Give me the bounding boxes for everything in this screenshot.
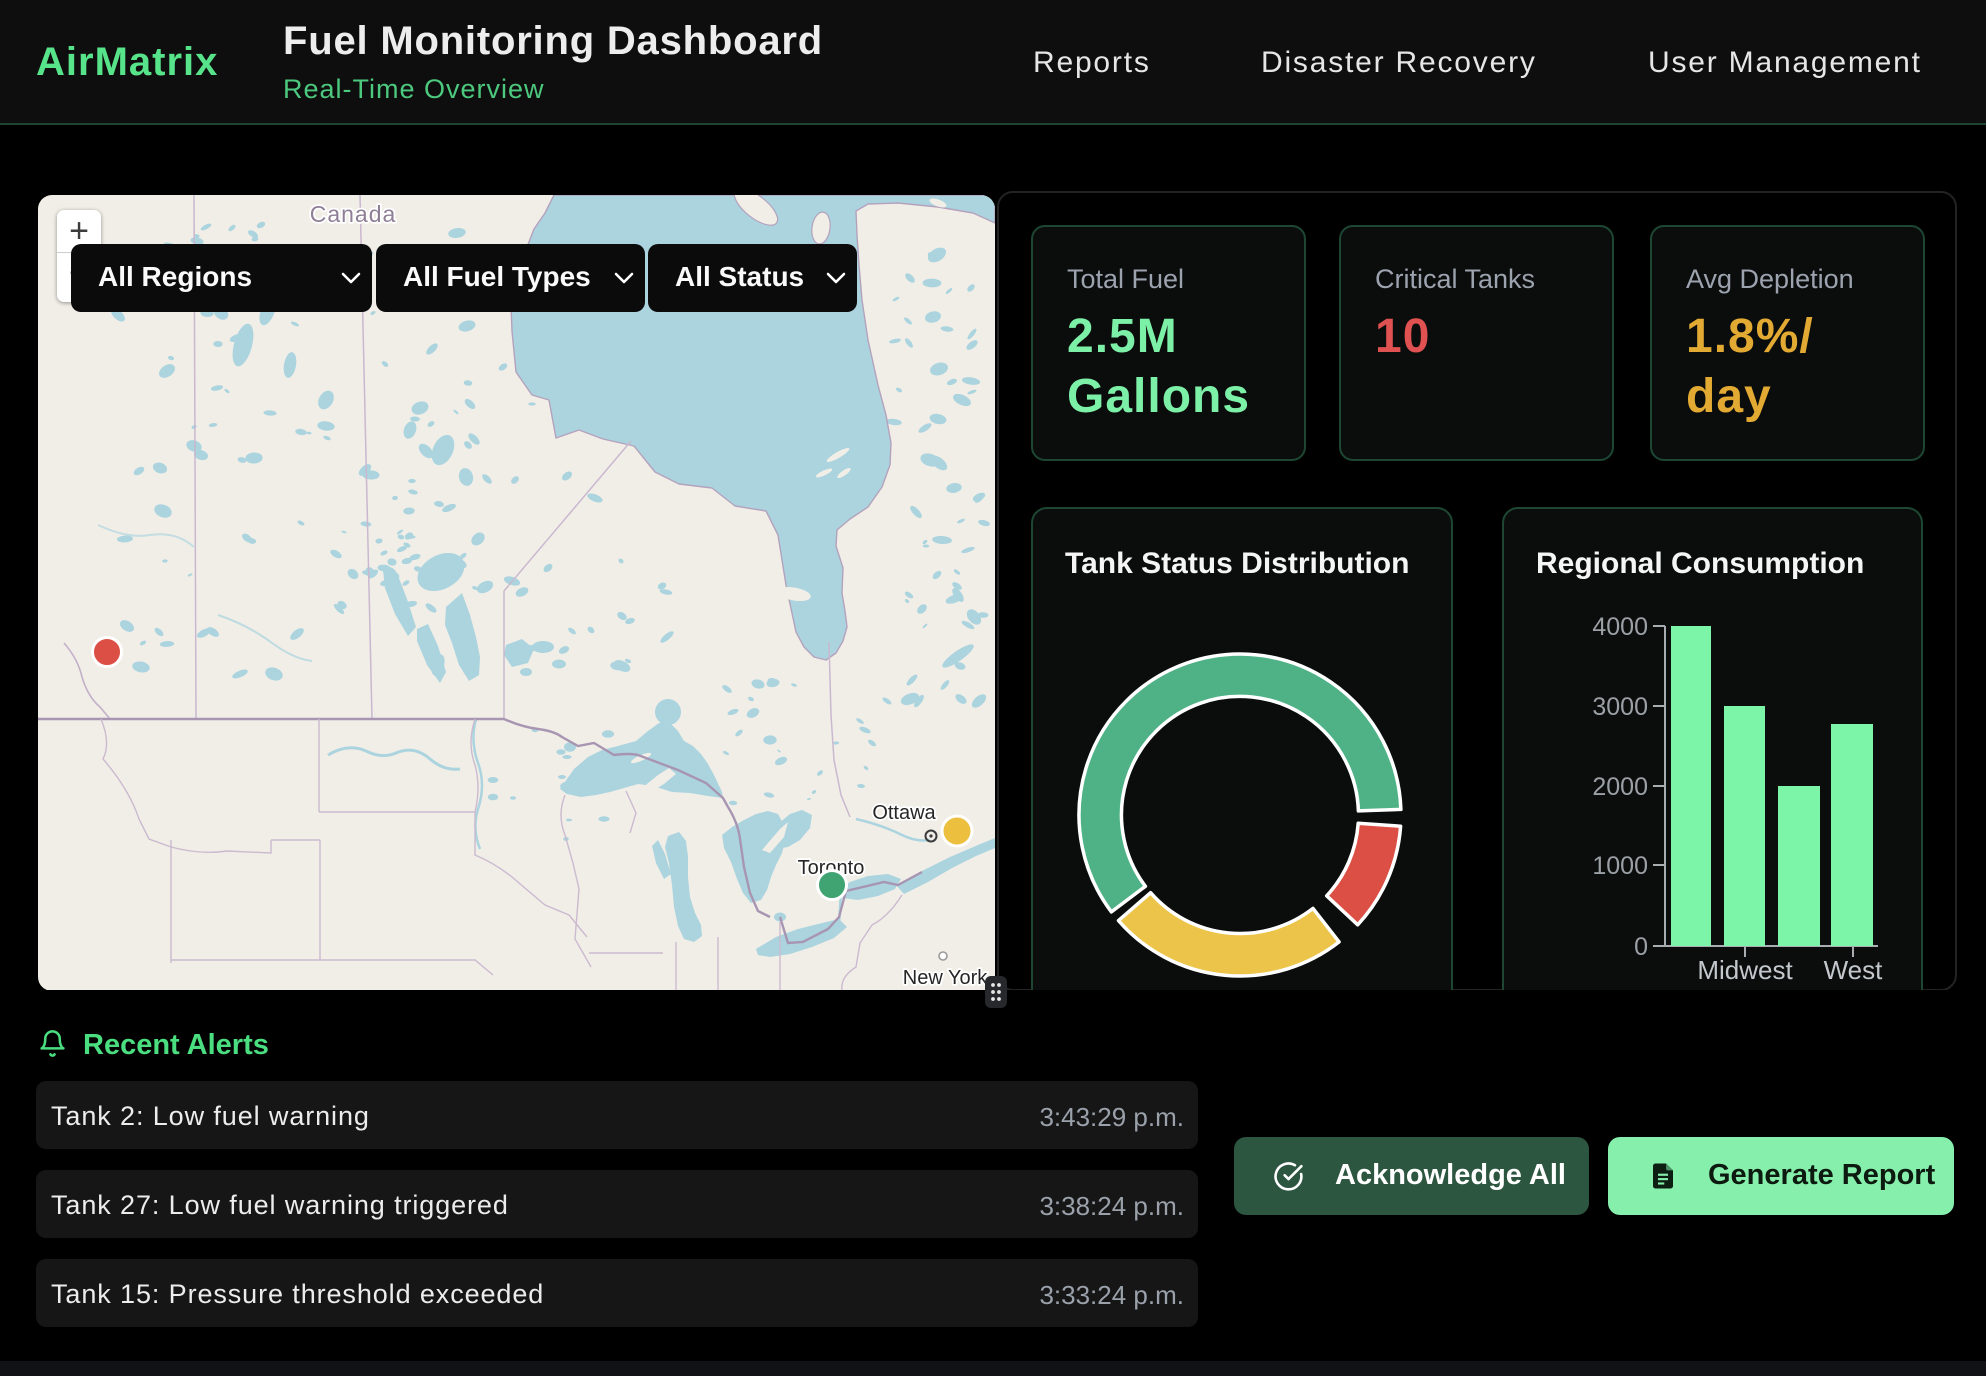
- svg-text:2000: 2000: [1592, 773, 1648, 801]
- svg-text:0: 0: [1634, 933, 1648, 961]
- svg-text:Canada: Canada: [310, 201, 397, 227]
- svg-text:New York: New York: [903, 967, 988, 989]
- svg-text:Ottawa: Ottawa: [872, 802, 936, 824]
- svg-text:Midwest: Midwest: [1697, 955, 1793, 985]
- svg-text:1000: 1000: [1592, 852, 1648, 880]
- svg-text:3000: 3000: [1592, 693, 1648, 721]
- svg-text:4000: 4000: [1592, 613, 1648, 641]
- svg-text:West: West: [1824, 955, 1884, 985]
